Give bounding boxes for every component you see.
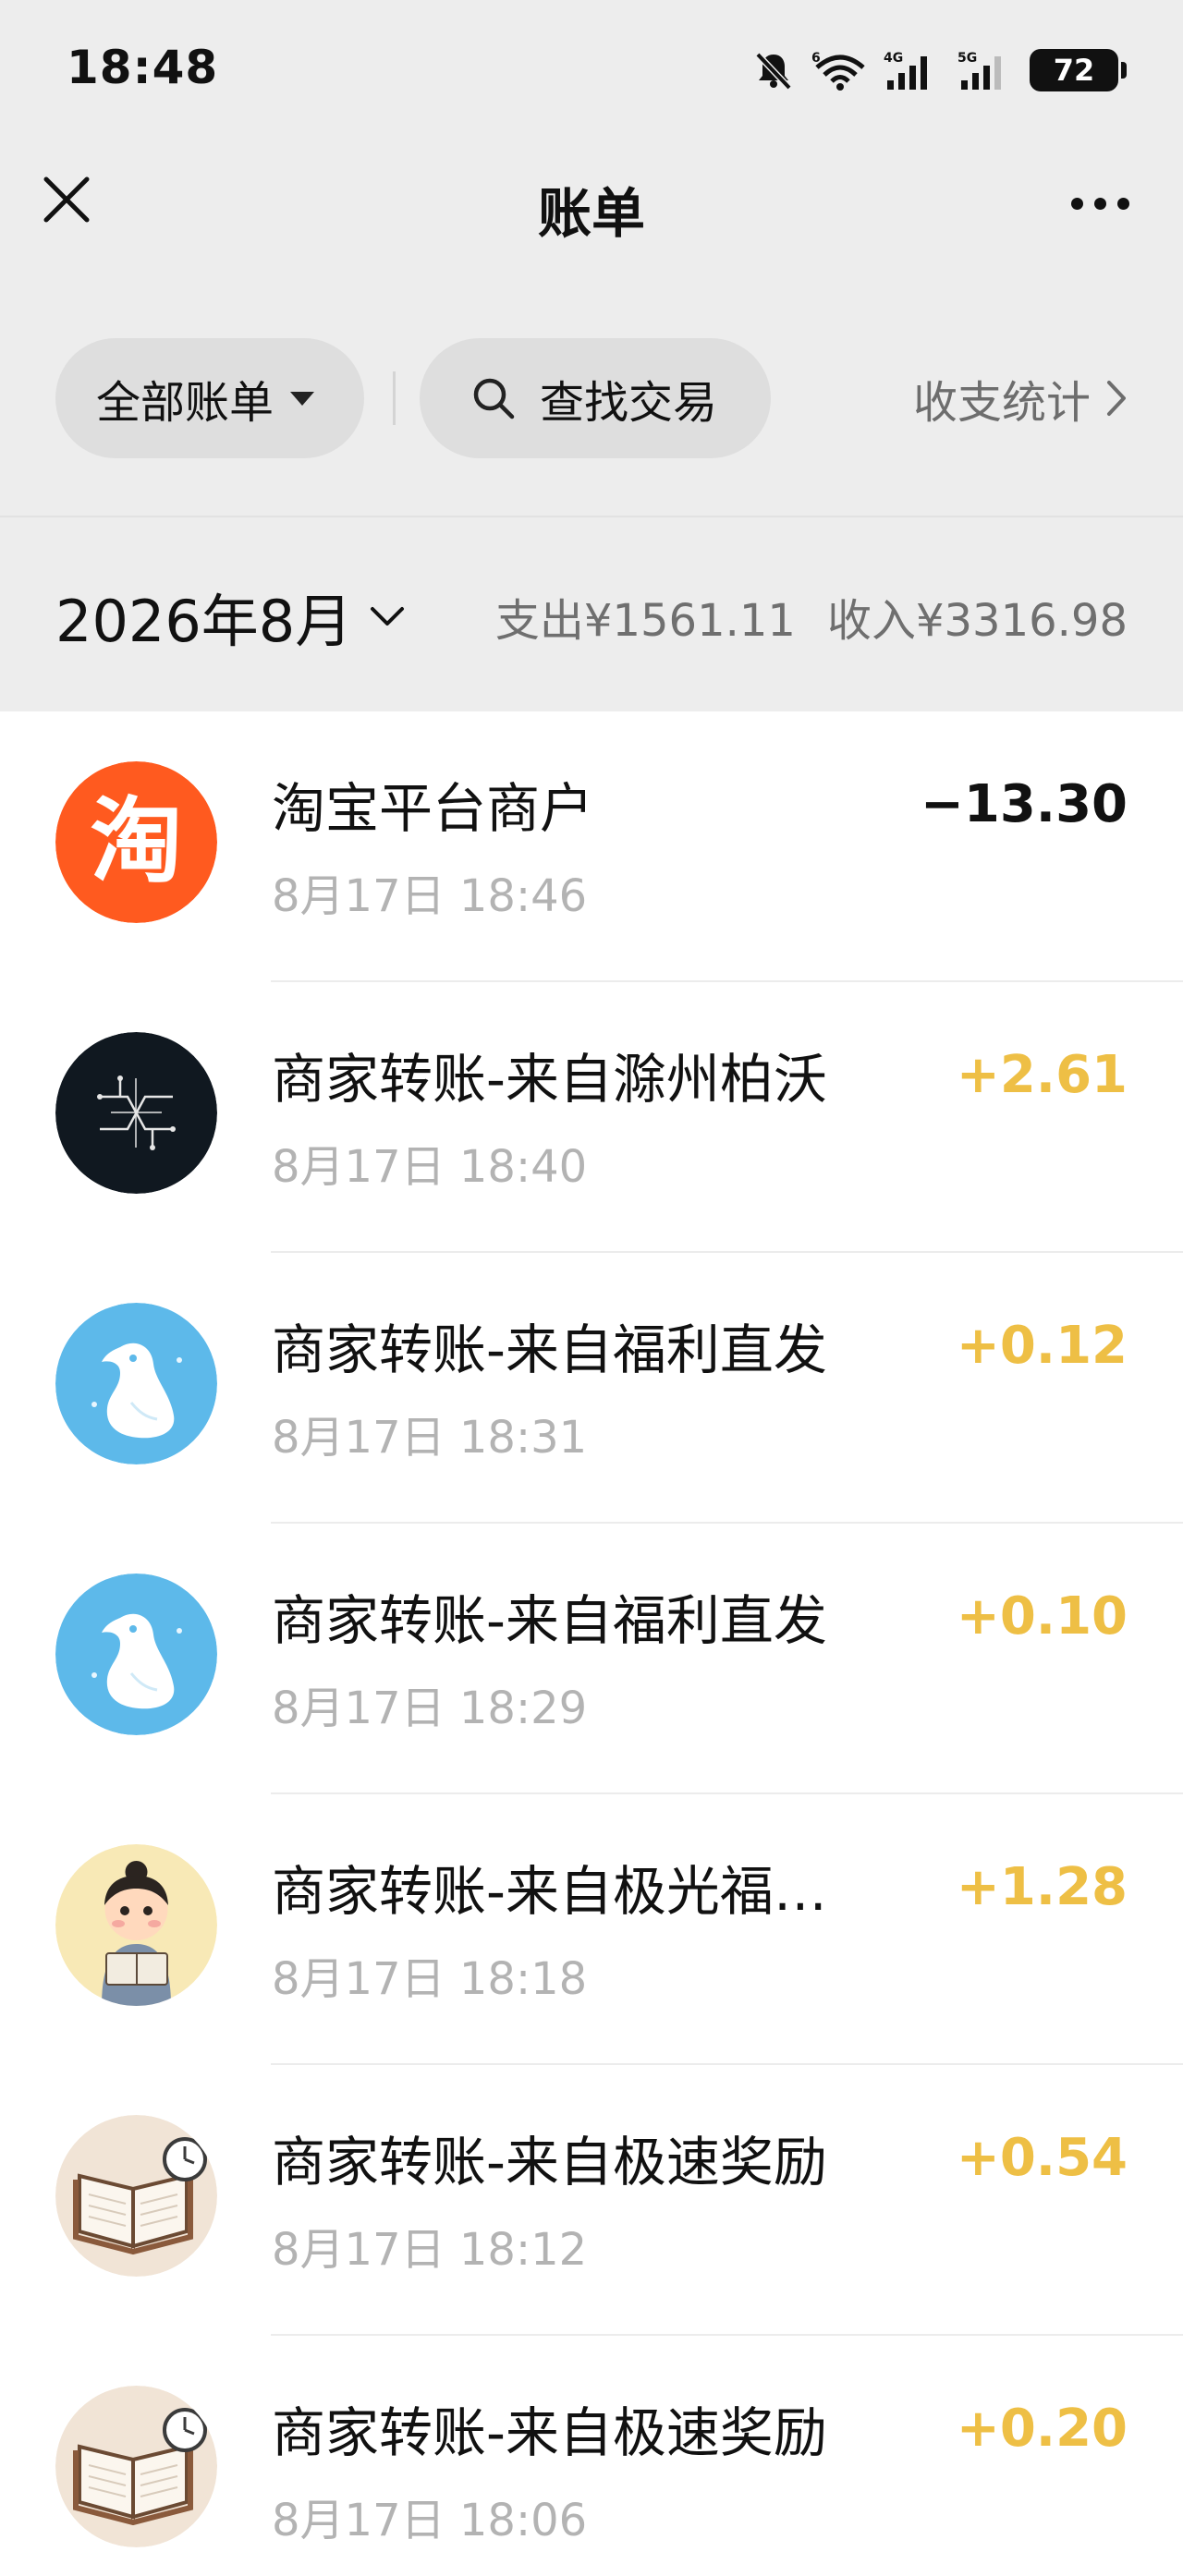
transaction-name: 商家转账-来自福利直发 xyxy=(272,1589,827,1652)
transaction-time: 8月17日 18:40 xyxy=(272,1141,588,1193)
transaction-time: 8月17日 18:46 xyxy=(272,870,588,922)
more-button[interactable] xyxy=(1063,170,1137,237)
status-icons: 6 4G 5G 72 xyxy=(752,43,1127,98)
transaction-name: 商家转账-来自极光福… xyxy=(272,1860,827,1923)
transaction-row[interactable]: 商家转账-来自极速奖励 8月17日 18:12 +0.54 xyxy=(0,2065,1183,2336)
transaction-amount: +0.54 xyxy=(956,2128,1128,2188)
transaction-amount: +0.10 xyxy=(956,1586,1128,1646)
taobao-logo-icon: 淘 xyxy=(55,761,217,923)
all-bills-dropdown[interactable]: 全部账单 xyxy=(55,338,364,458)
more-icon-dot xyxy=(1070,197,1083,210)
transaction-row[interactable]: 商家转账-来自极速奖励 8月17日 18:06 +0.20 xyxy=(0,2336,1183,2576)
transaction-amount: +0.20 xyxy=(956,2399,1128,2459)
transaction-time: 8月17日 18:12 xyxy=(272,2224,588,2276)
more-icon-dot xyxy=(1093,197,1106,210)
status-time: 18:48 xyxy=(67,41,219,94)
wifi-icon: 6 xyxy=(811,49,865,91)
signal-4g-icon: 4G xyxy=(882,49,939,91)
transaction-row[interactable]: 商家转账-来自极光福… 8月17日 18:18 +1.28 xyxy=(0,1794,1183,2065)
transaction-list: 淘 淘宝平台商户 8月17日 18:46 −13.30 商家转账-来自滁州柏沃 … xyxy=(0,711,1183,2576)
transaction-amount: +0.12 xyxy=(956,1316,1128,1376)
page-title: 账单 xyxy=(537,182,645,245)
title-bar: 账单 xyxy=(0,139,1183,268)
svg-text:淘: 淘 xyxy=(91,787,183,895)
transaction-name: 商家转账-来自极速奖励 xyxy=(272,2401,827,2464)
filter-row: 全部账单 查找交易 收支统计 xyxy=(0,268,1183,516)
transaction-row[interactable]: 淘 淘宝平台商户 8月17日 18:46 −13.30 xyxy=(0,711,1183,982)
circuit-logo-icon xyxy=(55,1032,217,1194)
transaction-amount: +2.61 xyxy=(956,1045,1128,1105)
transaction-amount: +1.28 xyxy=(956,1857,1128,1917)
transaction-time: 8月17日 18:18 xyxy=(272,1953,588,2005)
transaction-time: 8月17日 18:06 xyxy=(272,2495,588,2546)
svg-text:5G: 5G xyxy=(957,51,977,66)
status-bar: 18:48 6 4G 5G 72 xyxy=(0,0,1183,139)
all-bills-label: 全部账单 xyxy=(96,377,274,429)
signal-5g-icon: 5G xyxy=(956,49,1013,91)
transaction-amount: −13.30 xyxy=(920,774,1128,834)
month-label: 2026年8月 xyxy=(55,588,353,655)
transaction-name: 商家转账-来自滁州柏沃 xyxy=(272,1048,827,1111)
battery-indicator: 72 xyxy=(1030,49,1127,91)
penguin-logo-icon xyxy=(55,1303,217,1464)
month-header: 2026年8月 支出¥1561.11 收入¥3316.98 xyxy=(0,516,1183,711)
transaction-row[interactable]: 商家转账-来自福利直发 8月17日 18:31 +0.12 xyxy=(0,1253,1183,1524)
book-clock-icon xyxy=(55,2115,217,2277)
chevron-down-icon xyxy=(371,607,405,626)
caret-down-icon xyxy=(290,391,315,406)
more-icon-dot xyxy=(1116,197,1129,210)
stats-link[interactable]: 收支统计 xyxy=(913,366,1128,431)
income-total: 收入¥3316.98 xyxy=(826,595,1128,647)
expense-total: 支出¥1561.11 xyxy=(494,595,796,647)
search-icon xyxy=(470,374,518,422)
transaction-time: 8月17日 18:29 xyxy=(272,1683,588,1734)
divider xyxy=(393,371,396,425)
transaction-row[interactable]: 商家转账-来自滁州柏沃 8月17日 18:40 +2.61 xyxy=(0,982,1183,1253)
search-label: 查找交易 xyxy=(540,377,718,429)
transaction-name: 商家转账-来自福利直发 xyxy=(272,1318,827,1381)
month-summary: 支出¥1561.11 收入¥3316.98 xyxy=(495,584,1128,649)
svg-text:4G: 4G xyxy=(884,51,903,66)
transaction-name: 淘宝平台商户 xyxy=(272,777,594,840)
bell-muted-icon xyxy=(752,49,795,91)
search-transactions-button[interactable]: 查找交易 xyxy=(420,338,771,458)
transaction-time: 8月17日 18:31 xyxy=(272,1412,588,1464)
book-clock-icon xyxy=(55,2386,217,2547)
reading-child-icon xyxy=(55,1844,217,2006)
penguin-logo-icon xyxy=(55,1574,217,1735)
transaction-row[interactable]: 商家转账-来自福利直发 8月17日 18:29 +0.10 xyxy=(0,1524,1183,1794)
chevron-right-icon xyxy=(1107,381,1126,416)
transaction-name: 商家转账-来自极速奖励 xyxy=(272,2131,827,2193)
stats-label: 收支统计 xyxy=(912,377,1091,429)
month-selector[interactable]: 2026年8月 xyxy=(55,575,406,658)
